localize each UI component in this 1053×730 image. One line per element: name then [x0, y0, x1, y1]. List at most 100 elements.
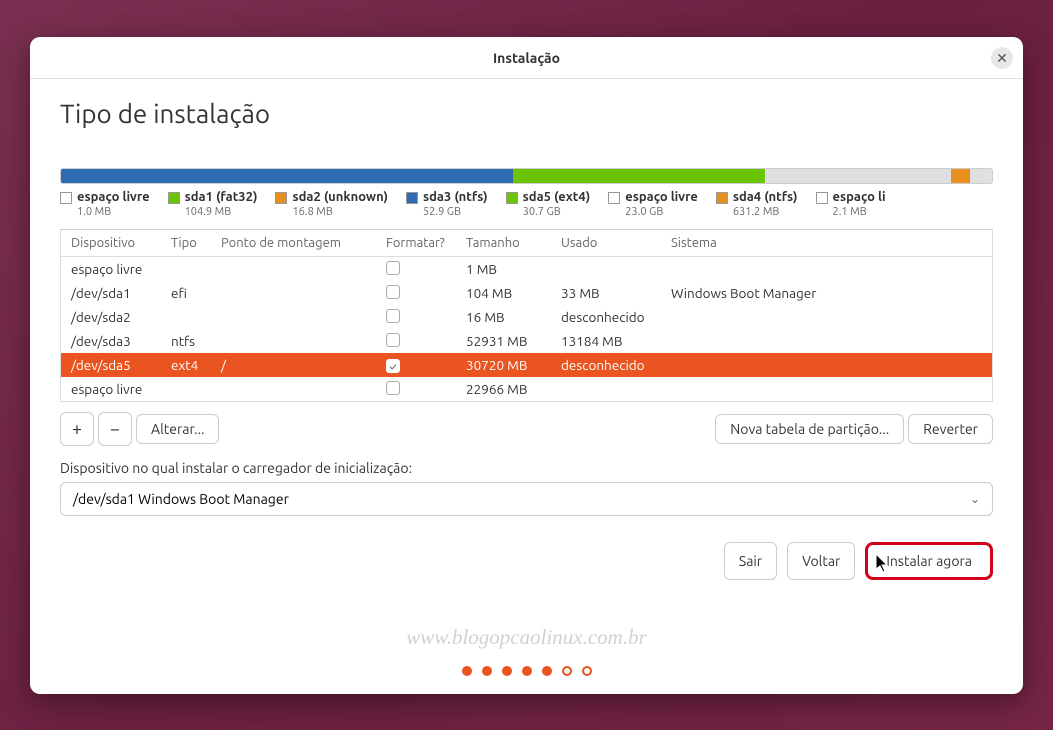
installer-window: Instalação ✕ Tipo de instalação espaço l…: [30, 37, 1023, 694]
legend-item[interactable]: sda1 (fat32) 104.9 MB: [168, 190, 258, 219]
table-row[interactable]: espaço livre 22966 MB: [61, 377, 992, 401]
page-title: Tipo de instalação: [60, 99, 993, 128]
legend-size: 23.0 GB: [625, 206, 698, 219]
col-type: Tipo: [171, 236, 221, 250]
legend-swatch: [608, 192, 620, 204]
table-row[interactable]: espaço livre 1 MB: [61, 257, 992, 281]
cell-size: 16 MB: [466, 309, 561, 325]
legend-item[interactable]: sda3 (ntfs) 52.9 GB: [406, 190, 488, 219]
cell-type: ext4: [171, 357, 221, 373]
legend-label: espaço livre: [77, 190, 150, 206]
chevron-down-icon: ⌄: [970, 492, 980, 506]
format-checkbox[interactable]: ✓: [386, 359, 400, 373]
legend-size: 30.7 GB: [523, 206, 591, 219]
remove-partition-button[interactable]: −: [98, 412, 132, 446]
cell-format: [386, 333, 466, 350]
col-mount: Ponto de montagem: [221, 236, 386, 250]
cell-format: [386, 309, 466, 326]
cell-size: 22966 MB: [466, 381, 561, 397]
change-partition-button[interactable]: Alterar...: [136, 414, 219, 444]
progress-dot: [562, 666, 572, 676]
legend-size: 52.9 GB: [423, 206, 488, 219]
legend-swatch: [506, 192, 518, 204]
col-format: Formatar?: [386, 236, 466, 250]
disk-segment[interactable]: [513, 169, 764, 183]
bootloader-dropdown[interactable]: /dev/sda1 Windows Boot Manager ⌄: [60, 482, 993, 516]
quit-button[interactable]: Sair: [724, 542, 777, 580]
cell-type: ntfs: [171, 333, 221, 349]
progress-dot: [462, 666, 472, 676]
disk-segment[interactable]: [970, 169, 992, 183]
legend-size: 104.9 MB: [185, 206, 258, 219]
col-used: Usado: [561, 236, 671, 250]
cell-format: ✓: [386, 357, 466, 374]
legend-item[interactable]: espaço livre 1.0 MB: [60, 190, 150, 219]
disk-legend: espaço livre 1.0 MB sda1 (fat32) 104.9 M…: [60, 190, 993, 219]
cell-format: [386, 381, 466, 398]
disk-segment[interactable]: [765, 169, 951, 183]
cell-device: espaço livre: [71, 261, 171, 277]
legend-label: sda5 (ext4): [523, 190, 591, 206]
new-partition-table-button[interactable]: Nova tabela de partição...: [715, 414, 904, 444]
format-checkbox[interactable]: [386, 309, 400, 323]
legend-item[interactable]: sda2 (unknown) 16.8 MB: [275, 190, 387, 219]
col-system: Sistema: [671, 236, 982, 250]
progress-dots: [462, 666, 592, 676]
bootloader-label: Dispositivo no qual instalar o carregado…: [60, 460, 993, 476]
format-checkbox[interactable]: [386, 333, 400, 347]
table-row[interactable]: /dev/sda5 ext4 / ✓ 30720 MB desconhecido: [61, 353, 992, 377]
progress-dot: [502, 666, 512, 676]
disk-segment[interactable]: [64, 169, 81, 183]
add-partition-button[interactable]: +: [60, 412, 94, 446]
table-body: espaço livre 1 MB /dev/sda1 efi 104 MB 3…: [61, 257, 992, 401]
close-button[interactable]: ✕: [991, 47, 1013, 69]
legend-item[interactable]: espaço li 2.1 MB: [816, 190, 886, 219]
legend-swatch: [60, 192, 72, 204]
legend-item[interactable]: sda4 (ntfs) 631.2 MB: [716, 190, 798, 219]
legend-swatch: [275, 192, 287, 204]
col-device: Dispositivo: [71, 236, 171, 250]
cell-used: desconhecido: [561, 357, 671, 373]
footer-buttons: Sair Voltar Instalar agora: [60, 542, 993, 580]
legend-label: sda2 (unknown): [292, 190, 387, 206]
install-now-button[interactable]: Instalar agora: [865, 542, 993, 580]
legend-size: 2.1 MB: [833, 206, 886, 219]
legend-swatch: [168, 192, 180, 204]
table-row[interactable]: /dev/sda1 efi 104 MB 33 MB Windows Boot …: [61, 281, 992, 305]
legend-label: sda3 (ntfs): [423, 190, 488, 206]
cell-system: Windows Boot Manager: [671, 285, 982, 301]
table-row[interactable]: /dev/sda3 ntfs 52931 MB 13184 MB: [61, 329, 992, 353]
cell-used: 33 MB: [561, 285, 671, 301]
cell-mount: /: [221, 357, 386, 373]
revert-button[interactable]: Reverter: [908, 414, 993, 444]
legend-size: 16.8 MB: [292, 206, 387, 219]
watermark: www.blogopcaolinux.com.br: [406, 625, 647, 650]
format-checkbox[interactable]: [386, 381, 400, 395]
cell-format: [386, 285, 466, 302]
cell-size: 30720 MB: [466, 357, 561, 373]
legend-item[interactable]: sda5 (ext4) 30.7 GB: [506, 190, 591, 219]
window-title: Instalação: [493, 50, 560, 66]
cell-device: /dev/sda5: [71, 357, 171, 373]
cell-device: /dev/sda1: [71, 285, 171, 301]
disk-segment[interactable]: [951, 169, 970, 183]
table-row[interactable]: /dev/sda2 16 MB desconhecido: [61, 305, 992, 329]
format-checkbox[interactable]: [386, 285, 400, 299]
disk-segment[interactable]: [85, 169, 513, 183]
cell-size: 52931 MB: [466, 333, 561, 349]
cell-used: desconhecido: [561, 309, 671, 325]
cell-device: espaço livre: [71, 381, 171, 397]
cell-type: efi: [171, 285, 221, 301]
bootloader-value: /dev/sda1 Windows Boot Manager: [73, 491, 289, 507]
cell-size: 1 MB: [466, 261, 561, 277]
partition-table: Dispositivo Tipo Ponto de montagem Forma…: [60, 229, 993, 402]
legend-label: espaço livre: [625, 190, 698, 206]
format-checkbox[interactable]: [386, 261, 400, 275]
legend-item[interactable]: espaço livre 23.0 GB: [608, 190, 698, 219]
cell-size: 104 MB: [466, 285, 561, 301]
legend-label: espaço li: [833, 190, 886, 206]
back-button[interactable]: Voltar: [787, 542, 855, 580]
partition-toolbar: + − Alterar... Nova tabela de partição..…: [60, 412, 993, 446]
col-size: Tamanho: [466, 236, 561, 250]
table-header: Dispositivo Tipo Ponto de montagem Forma…: [61, 230, 992, 257]
